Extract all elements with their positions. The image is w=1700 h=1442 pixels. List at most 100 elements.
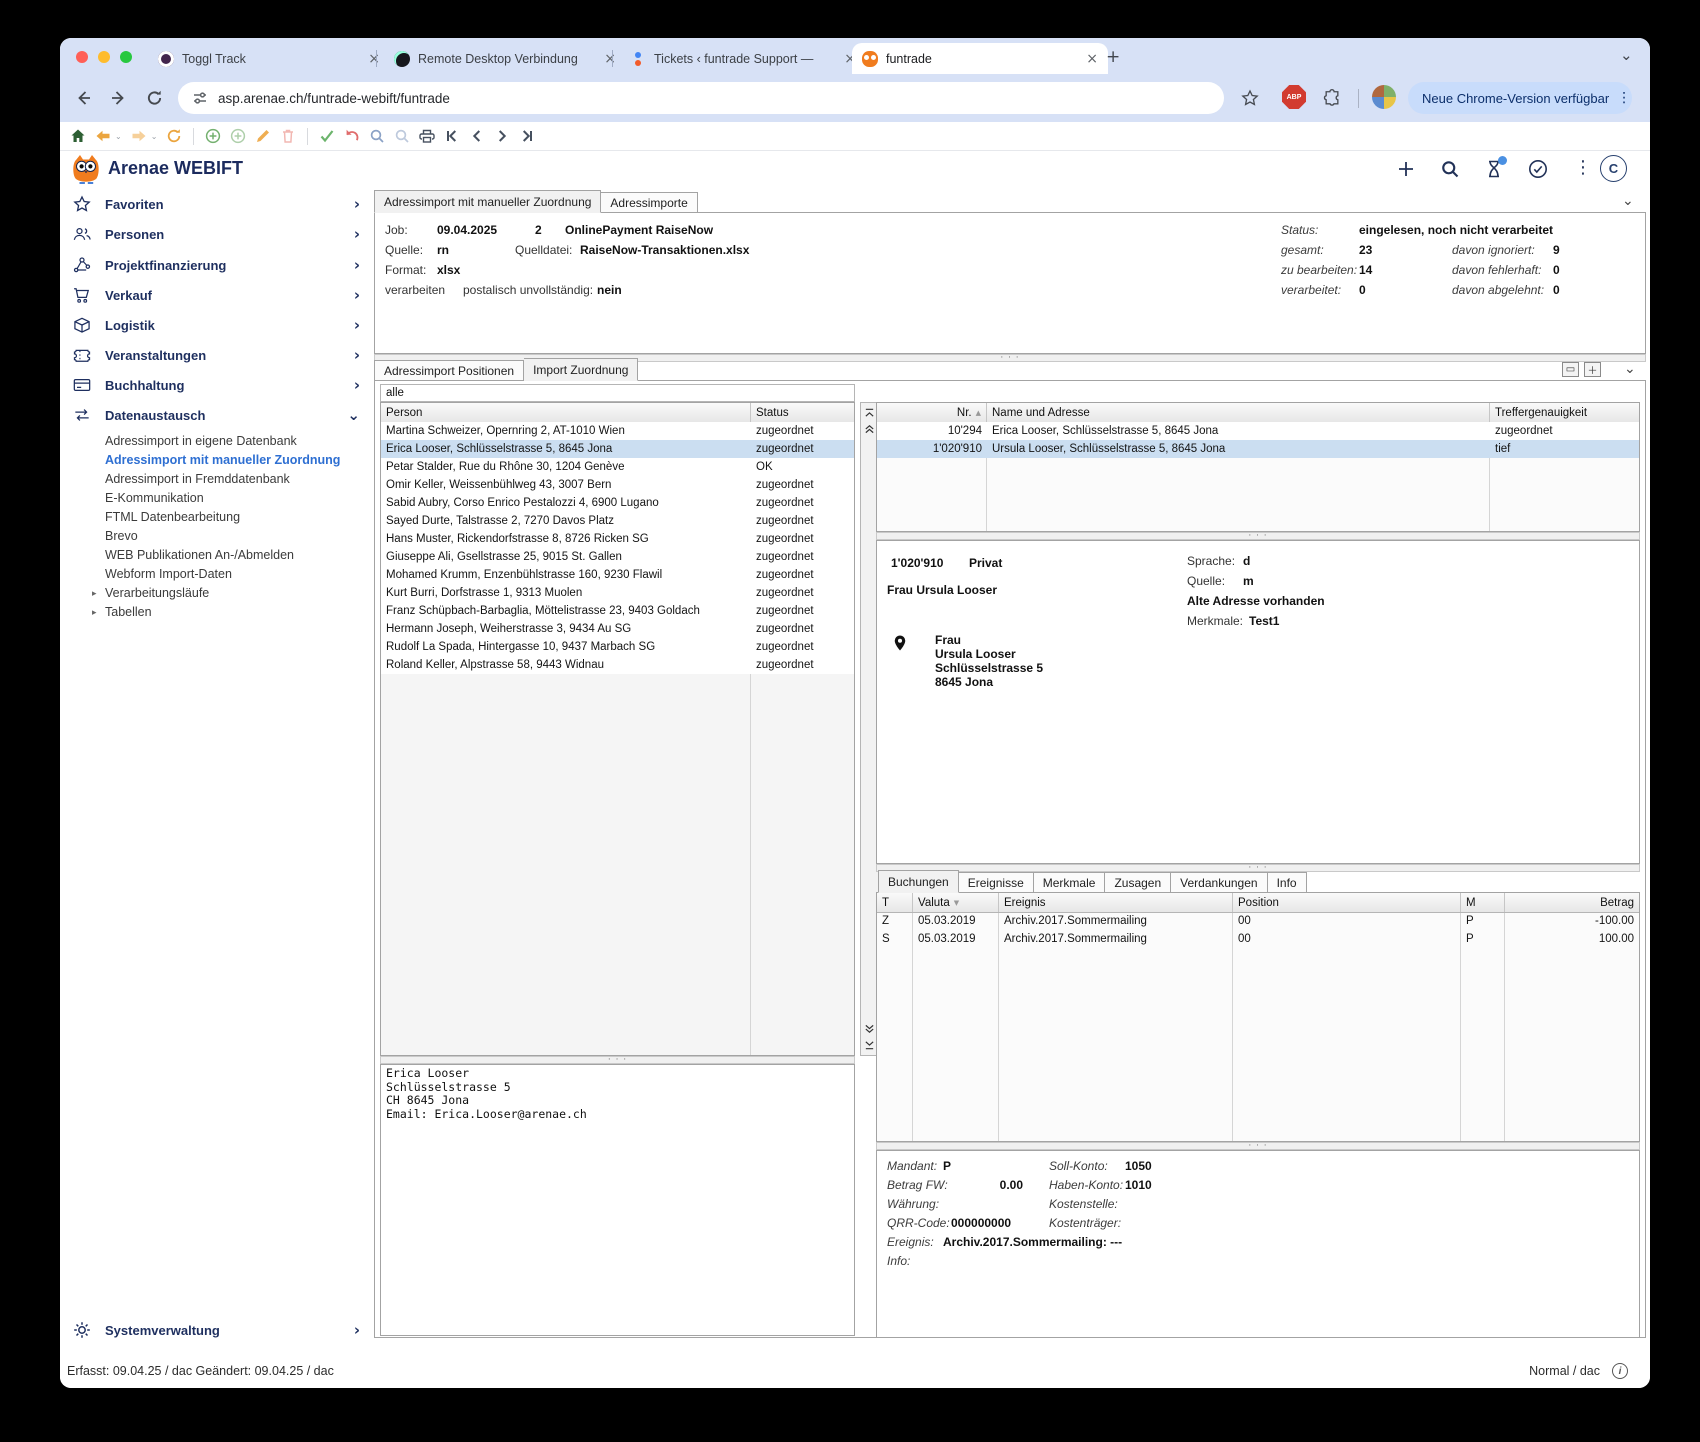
browser-back-icon[interactable] (74, 89, 92, 107)
sidebar-subitem[interactable]: Verarbeitungsläufe (92, 584, 369, 603)
adblock-extension-icon[interactable]: ABP (1282, 85, 1306, 109)
match-row[interactable]: 10'294 Erica Looser, Schlüsselstrasse 5,… (877, 422, 1639, 440)
undo-icon[interactable] (344, 128, 360, 144)
previous-record-icon[interactable] (469, 128, 485, 144)
tab-import-zuordnung[interactable]: Import Zuordnung (524, 358, 639, 381)
sidebar-subitem[interactable]: Tabellen (92, 603, 369, 622)
job-panel-collapse-icon[interactable] (1622, 193, 1634, 209)
tab-adressimport-positionen[interactable]: Adressimport Positionen (374, 360, 525, 381)
col-m[interactable]: M (1461, 893, 1505, 912)
tab-ereignisse[interactable]: Ereignisse (958, 872, 1034, 893)
position-row[interactable]: Hans Muster, Rickendorfstrasse 8, 8726 R… (381, 530, 854, 548)
sidebar-item-systemverwaltung[interactable]: Systemverwaltung (72, 1318, 364, 1342)
sidebar-item-projektfinanzierung[interactable]: Projektfinanzierung (72, 253, 364, 277)
chrome-update-chip[interactable]: Neue Chrome-Version verfügbar (1408, 82, 1632, 114)
site-settings-icon[interactable] (192, 90, 208, 106)
tab-close-icon[interactable] (604, 51, 616, 67)
position-row[interactable]: Hermann Joseph, Weiherstrasse 3, 9434 Au… (381, 620, 854, 638)
tab-info[interactable]: Info (1267, 872, 1307, 893)
address-preview[interactable]: Erica Looser Schlüsselstrasse 5 CH 8645 … (380, 1064, 855, 1336)
approvals-check-circle-icon[interactable] (1528, 159, 1548, 179)
tab-close-icon[interactable] (368, 51, 380, 67)
tab-buchungen[interactable]: Buchungen (878, 870, 959, 893)
sidebar-subitem[interactable]: WEB Publikationen An-/Abmelden (105, 546, 369, 565)
tab-verdankungen[interactable]: Verdankungen (1171, 872, 1268, 893)
new-tab-button[interactable] (1106, 47, 1120, 67)
edit-pencil-icon[interactable] (255, 128, 271, 144)
browser-tab-rdp[interactable]: Remote Desktop Verbindung (384, 43, 626, 74)
tab-search-chevron-icon[interactable] (1620, 46, 1633, 64)
panel-restore-icon[interactable]: ▭ (1562, 362, 1579, 377)
sidebar-subitem[interactable]: Adressimport in Fremddatenbank (105, 469, 369, 488)
traffic-close-button[interactable] (76, 51, 88, 63)
tab-merkmale[interactable]: Merkmale (1033, 872, 1106, 893)
col-position[interactable]: Position (1233, 893, 1461, 912)
browser-tab-funtrade[interactable]: funtrade (852, 43, 1108, 74)
position-row[interactable]: Martina Schweizer, Opernring 2, AT-1010 … (381, 422, 854, 440)
nav-back-dropdown-icon[interactable] (115, 132, 122, 141)
omnibox[interactable]: asp.arenae.ch/funtrade-webift/funtrade (178, 82, 1224, 114)
splitter-bookings[interactable] (876, 1142, 1640, 1150)
scroll-page-up-icon[interactable] (862, 421, 877, 436)
tab-adressimporte[interactable]: Adressimporte (601, 192, 698, 213)
first-record-icon[interactable] (444, 128, 460, 144)
tab-adressimport-manuell[interactable]: Adressimport mit manueller Zuordnung (374, 190, 602, 213)
add-record-icon[interactable] (205, 128, 221, 144)
col-t[interactable]: T (877, 893, 913, 912)
refresh-icon[interactable] (166, 128, 182, 144)
next-record-icon[interactable] (494, 128, 510, 144)
position-row[interactable]: Giuseppe Ali, Gsellstrasse 25, 9015 St. … (381, 548, 854, 566)
quick-add-icon[interactable] (1396, 159, 1416, 179)
col-nr[interactable]: Nr. (877, 403, 987, 422)
position-row[interactable]: Kurt Burri, Dorfstrasse 1, 9313 Muolen z… (381, 584, 854, 602)
search-person-icon[interactable] (394, 128, 410, 144)
print-icon[interactable] (419, 128, 435, 144)
panel-maximize-icon[interactable]: ＋ (1584, 362, 1601, 377)
sidebar-item-veranstaltungen[interactable]: Veranstaltungen (72, 343, 364, 367)
splitter-left[interactable] (380, 1056, 855, 1064)
confirm-check-icon[interactable] (319, 128, 335, 144)
add-copy-record-icon[interactable] (230, 128, 246, 144)
splitter-matches[interactable] (876, 532, 1640, 540)
tab-close-icon[interactable] (1086, 51, 1098, 67)
position-row[interactable]: Roland Keller, Alpstrasse 58, 9443 Widna… (381, 656, 854, 674)
sidebar-item-logistik[interactable]: Logistik (72, 313, 364, 337)
browser-tab-toggl[interactable]: Toggl Track (148, 43, 390, 74)
pending-tasks-hourglass-icon[interactable] (1484, 156, 1507, 179)
position-row[interactable]: Erica Looser, Schlüsselstrasse 5, 8645 J… (381, 440, 854, 458)
col-ereignis[interactable]: Ereignis (999, 893, 1233, 912)
booking-row[interactable]: Z 05.03.2019 Archiv.2017.Sommermailing 0… (877, 912, 1639, 930)
sidebar-item-datenaustausch[interactable]: Datenaustausch (72, 403, 364, 427)
position-row[interactable]: Mohamed Krumm, Enzenbühlstrasse 160, 923… (381, 566, 854, 584)
url-text[interactable]: asp.arenae.ch/funtrade-webift/funtrade (218, 91, 450, 106)
info-icon[interactable]: i (1612, 1363, 1628, 1379)
browser-profile-avatar[interactable] (1372, 85, 1396, 109)
app-menu-kebab-icon[interactable] (1574, 157, 1592, 178)
nav-forward-dropdown-icon[interactable] (151, 132, 158, 141)
traffic-minimize-button[interactable] (98, 51, 110, 63)
col-name[interactable]: Name und Adresse (987, 403, 1490, 422)
search-icon[interactable] (369, 128, 385, 144)
col-betrag[interactable]: Betrag (1505, 893, 1639, 912)
traffic-zoom-button[interactable] (120, 51, 132, 63)
scroll-bottom-icon[interactable] (862, 1038, 877, 1053)
position-row[interactable]: Franz Schüpbach-Barbaglia, Möttelistrass… (381, 602, 854, 620)
booking-row[interactable]: S 05.03.2019 Archiv.2017.Sommermailing 0… (877, 930, 1639, 948)
user-avatar[interactable]: C (1600, 155, 1627, 182)
col-valuta[interactable]: Valuta (913, 893, 999, 912)
sidebar-item-personen[interactable]: Personen (72, 222, 364, 246)
col-status[interactable]: Status (751, 403, 854, 422)
home-icon[interactable] (70, 128, 86, 144)
sidebar-subitem[interactable]: FTML Datenbearbeitung (105, 507, 369, 526)
browser-tab-tickets[interactable]: Tickets ‹ funtrade Support — (620, 43, 866, 74)
global-search-icon[interactable] (1440, 159, 1460, 179)
sidebar-item-buchhaltung[interactable]: Buchhaltung (72, 373, 364, 397)
scroll-page-down-icon[interactable] (862, 1022, 877, 1037)
sidebar-subitem[interactable]: Brevo (105, 526, 369, 545)
nav-forward-icon[interactable] (131, 128, 147, 144)
sidebar-subitem[interactable]: E-Kommunikation (105, 488, 369, 507)
sidebar-subitem[interactable]: Webform Import-Daten (105, 565, 369, 584)
browser-reload-icon[interactable] (146, 90, 163, 107)
nav-back-icon[interactable] (95, 128, 111, 144)
positions-panel-collapse-icon[interactable] (1624, 361, 1636, 377)
